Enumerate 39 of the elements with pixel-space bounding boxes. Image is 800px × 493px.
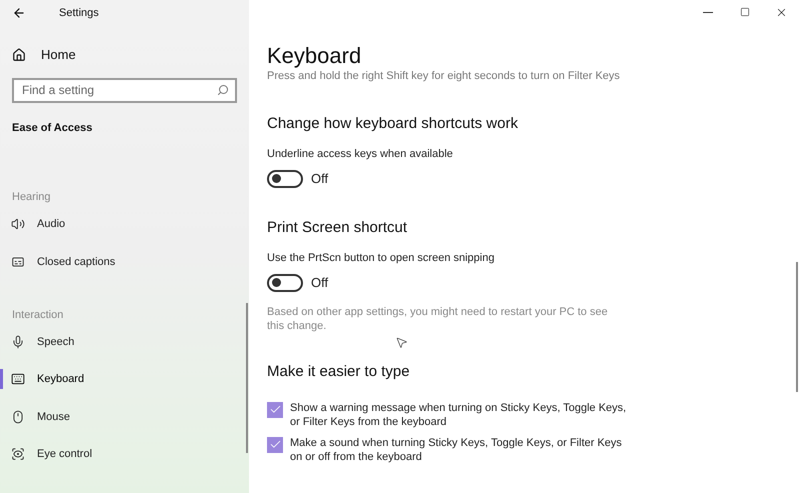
toggle-switch[interactable] (267, 170, 303, 188)
group-heading: Hearing (12, 190, 51, 205)
maximize-icon (740, 7, 750, 17)
setting-label: Use the PrtScn button to open screen snipping (267, 250, 496, 266)
note-text: Based on other app settings, you might need to restart your PC to see this change. (267, 304, 609, 332)
cursor-icon (395, 336, 408, 348)
nav-item[interactable]: Mouse (11, 408, 70, 425)
nav-item[interactable]: Eye control (11, 446, 92, 462)
home-link[interactable]: Home (12, 45, 76, 64)
window-title: Settings (59, 6, 99, 21)
back-icon (12, 6, 26, 20)
nav-item[interactable]: Speech (11, 334, 74, 350)
section-heading: Make it easier to type (267, 362, 411, 382)
captions-icon (11, 254, 25, 269)
toggle-state: Off (311, 170, 328, 188)
search-icon (217, 84, 229, 96)
nav-item[interactable]: Closed captions (11, 254, 116, 270)
microphone-icon (11, 334, 25, 349)
page-title: Keyboard (267, 42, 362, 70)
nav-item[interactable]: Keyboard (11, 371, 84, 388)
toggle-state: Off (311, 274, 328, 292)
home-icon (12, 48, 26, 62)
checkbox[interactable] (267, 436, 283, 452)
category-title: Ease of Access (12, 120, 92, 136)
toggle-switch[interactable] (267, 274, 303, 292)
mouse-icon (11, 410, 25, 424)
checkbox-label: Show a warning message when turning on Sticky Keys, Toggle Keys, or Filter Keys from the keyboard (290, 400, 628, 428)
section-heading: Print Screen shortcut (267, 218, 408, 238)
intro-text: Press and hold the right Shift key for eight seconds to turn on Filter Keys (267, 69, 621, 84)
group-heading: Interaction (12, 308, 64, 322)
nav-item[interactable]: Audio (11, 216, 66, 232)
setting-label: Underline access keys when available (267, 146, 454, 162)
keyboard-icon (11, 372, 25, 386)
section-heading: Change how keyboard shortcuts work (267, 114, 519, 134)
checkbox-label: Make a sound when turning Sticky Keys, Toggle Keys, or Filter Keys on or off from the keyboard (290, 436, 623, 464)
speaker-icon (11, 217, 25, 232)
checkbox[interactable] (267, 402, 283, 418)
search-field[interactable]: Find a setting (12, 78, 237, 102)
eye-icon (11, 447, 25, 462)
